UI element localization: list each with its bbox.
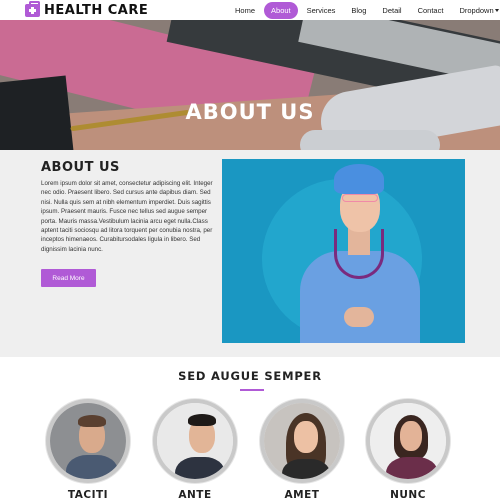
hero-title: ABOUT US [185,100,315,124]
member-name: AMET [284,489,320,500]
main-nav: Home About Services Blog Detail Contact … [228,0,500,20]
about-section: ABOUT US Lorem ipsum dolor sit amet, con… [0,150,500,357]
nav-dropdown[interactable]: Dropdown [452,2,500,19]
read-more-button[interactable]: Read More [41,269,96,287]
team-member[interactable]: NUNC [366,399,450,500]
member-name: NUNC [390,489,426,500]
nav-dropdown-label: Dropdown [459,5,494,15]
doctor-photo [222,159,465,343]
medical-kit-icon [25,0,40,17]
caret-down-icon [494,9,499,13]
team-title: SED AUGUE SEMPER [178,369,322,383]
about-title: ABOUT US [41,160,120,175]
avatar [46,399,130,483]
nav-detail[interactable]: Detail [375,2,408,19]
member-name: ANTE [178,489,212,500]
nav-about[interactable]: About [264,1,298,19]
member-name: TACITI [67,489,109,500]
brand-name: HEALTH CARE [44,2,149,18]
nav-contact[interactable]: Contact [411,2,451,19]
avatar [366,399,450,483]
nav-home[interactable]: Home [228,2,262,19]
nav-services[interactable]: Services [300,2,343,19]
hero-banner: ABOUT US [0,20,500,150]
team-member[interactable]: AMET [260,399,344,500]
title-divider [240,389,264,391]
about-text: Lorem ipsum dolor sit amet, consectetur … [41,180,213,253]
team-section: SED AUGUE SEMPER TACITI ANTE AMET NUNC [0,357,500,500]
avatar [260,399,344,483]
nav-blog[interactable]: Blog [344,2,373,19]
team-member[interactable]: TACITI [46,399,130,500]
avatar [153,399,237,483]
brand-logo[interactable]: HEALTH CARE [25,0,149,18]
navbar: HEALTH CARE Home About Services Blog Det… [0,0,500,20]
team-member[interactable]: ANTE [153,399,237,500]
